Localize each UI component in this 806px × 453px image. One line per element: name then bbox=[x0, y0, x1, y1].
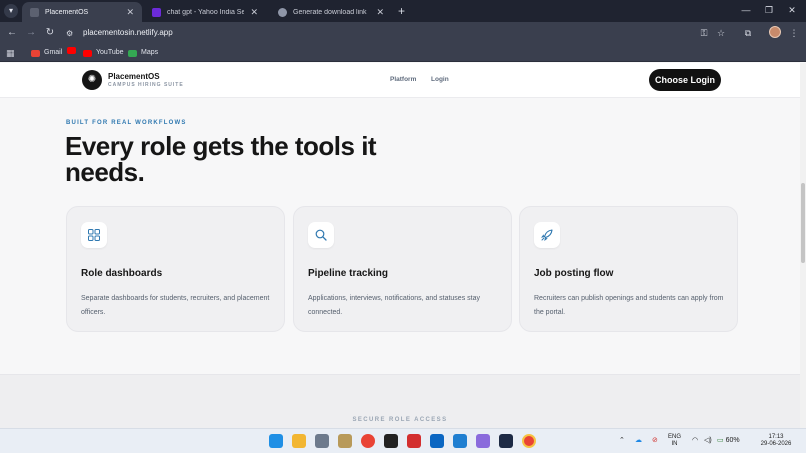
browser-tab-strip: ▾ PlacementOS ✕ chat gpt - Yahoo India S… bbox=[0, 0, 806, 22]
security-icon[interactable]: ⊘ bbox=[652, 436, 658, 446]
sticky-notes-icon[interactable] bbox=[384, 434, 398, 448]
gmail-icon bbox=[31, 49, 40, 57]
youtube-icon bbox=[83, 49, 92, 57]
copilot-icon[interactable] bbox=[476, 434, 490, 448]
apps-grid-icon[interactable]: ▦ bbox=[6, 48, 15, 58]
nav-link-platform[interactable]: Platform bbox=[390, 76, 416, 83]
bookmark-maps[interactable]: Maps bbox=[128, 47, 158, 59]
onedrive-icon[interactable]: ☁ bbox=[635, 436, 642, 446]
card-title: Role dashboards bbox=[81, 268, 163, 279]
wps-office-icon[interactable] bbox=[407, 434, 421, 448]
section-headline: Every role gets the tools it needs. bbox=[65, 131, 377, 187]
minimize-button[interactable]: — bbox=[737, 3, 755, 17]
choose-login-button[interactable]: Choose Login bbox=[649, 69, 721, 91]
globe-icon bbox=[278, 7, 287, 17]
tab-title: PlacementOS bbox=[45, 8, 89, 16]
brand-tagline: CAMPUS HIRING SUITE bbox=[108, 82, 184, 88]
nav-link-login[interactable]: Login bbox=[431, 76, 449, 83]
forward-icon[interactable]: → bbox=[24, 26, 38, 40]
youtube-icon bbox=[67, 47, 76, 54]
reload-icon[interactable]: ↻ bbox=[43, 26, 57, 40]
yahoo-icon bbox=[152, 7, 161, 17]
brand-name[interactable]: PlacementOS bbox=[108, 72, 160, 81]
close-icon[interactable]: ✕ bbox=[376, 7, 384, 18]
extensions-icon[interactable]: ⧉ bbox=[741, 26, 755, 40]
logo-sparkle-icon[interactable]: ✺ bbox=[82, 70, 102, 90]
feature-card-job-posting-flow: Job posting flow Recruiters can publish … bbox=[519, 206, 738, 332]
bookmarks-bar: ▦ Gmail YouTube Maps bbox=[0, 44, 806, 62]
wifi-icon[interactable]: ◠ bbox=[692, 436, 698, 446]
menu-kebab-icon[interactable]: ⋮ bbox=[787, 26, 801, 40]
bookmark-gmail[interactable]: Gmail bbox=[31, 47, 62, 59]
show-hidden-icons[interactable]: ⌃ bbox=[619, 436, 625, 446]
site-info-icon[interactable]: ⚙ bbox=[66, 27, 73, 40]
address-bar[interactable]: ⚙ placementosin.netlify.app bbox=[62, 25, 790, 42]
battery-icon: ▭ bbox=[717, 437, 724, 444]
profile-avatar[interactable] bbox=[769, 26, 781, 38]
url-text: placementosin.netlify.app bbox=[83, 28, 173, 37]
restore-button[interactable]: ❐ bbox=[760, 3, 778, 17]
card-description: Applications, interviews, notifications,… bbox=[308, 295, 480, 316]
card-title: Pipeline tracking bbox=[308, 268, 389, 279]
bookmark-star-icon[interactable]: ☆ bbox=[714, 26, 728, 40]
tab-title: Generate download link bbox=[293, 8, 367, 16]
language-indicator[interactable]: ENG IN bbox=[668, 434, 681, 448]
winrar-icon[interactable] bbox=[338, 434, 352, 448]
calculator-icon[interactable] bbox=[315, 434, 329, 448]
grid-icon bbox=[81, 222, 107, 248]
tab-title: chat gpt - Yahoo India Search R bbox=[167, 8, 245, 16]
volume-icon[interactable]: ◁) bbox=[704, 436, 712, 446]
clock[interactable]: 17:13 29-06-2026 bbox=[757, 434, 795, 448]
tab-generate-link[interactable]: Generate download link ✕ bbox=[270, 2, 392, 22]
battery-indicator[interactable]: ▭ 60% bbox=[717, 436, 740, 446]
linkedin-icon[interactable] bbox=[430, 434, 444, 448]
maps-icon bbox=[128, 49, 137, 57]
close-icon[interactable]: ✕ bbox=[250, 7, 258, 18]
feature-card-pipeline-tracking: Pipeline tracking Applications, intervie… bbox=[293, 206, 512, 332]
web-page: ✺ PlacementOS CAMPUS HIRING SUITE Platfo… bbox=[0, 63, 806, 428]
close-icon[interactable]: ✕ bbox=[126, 7, 134, 18]
section-eyebrow: SECURE ROLE ACCESS bbox=[352, 417, 448, 423]
card-description: Recruiters can publish openings and stud… bbox=[534, 295, 724, 316]
windows-taskbar: ⌃ ☁ ⊘ ENG IN ◠ ◁) ▭ 60% 17:13 29-06-2026 bbox=[0, 428, 806, 453]
secure-access-section: SECURE ROLE ACCESS bbox=[0, 374, 800, 428]
scrollbar-thumb[interactable] bbox=[801, 183, 805, 263]
search-icon bbox=[308, 222, 334, 248]
section-eyebrow: BUILT FOR REAL WORKFLOWS bbox=[66, 120, 187, 126]
android-studio-icon[interactable] bbox=[499, 434, 513, 448]
window-close-button[interactable]: ✕ bbox=[783, 3, 801, 17]
new-tab-button[interactable]: + bbox=[398, 4, 405, 18]
password-key-icon[interactable]: ⚿ bbox=[697, 26, 711, 40]
bookmark-youtube-unlabeled[interactable] bbox=[67, 47, 80, 54]
feature-card-role-dashboards: Role dashboards Separate dashboards for … bbox=[66, 206, 285, 332]
tab-placementos[interactable]: PlacementOS ✕ bbox=[22, 2, 142, 22]
card-description: Separate dashboards for students, recrui… bbox=[81, 295, 270, 316]
tab-yahoo-search[interactable]: chat gpt - Yahoo India Search R ✕ bbox=[144, 2, 266, 22]
browser-toolbar: ← → ↻ ⚙ placementosin.netlify.app ⚿ ☆ ⧉ … bbox=[0, 22, 806, 44]
vscode-icon[interactable] bbox=[453, 434, 467, 448]
card-title: Job posting flow bbox=[534, 268, 614, 279]
site-header: ✺ PlacementOS CAMPUS HIRING SUITE Platfo… bbox=[0, 63, 800, 98]
chrome-active-icon[interactable] bbox=[522, 434, 536, 448]
file-explorer-icon[interactable] bbox=[292, 434, 306, 448]
tab-search-button[interactable]: ▾ bbox=[4, 4, 18, 18]
chrome-icon[interactable] bbox=[361, 434, 375, 448]
bookmark-youtube[interactable]: YouTube bbox=[83, 47, 124, 59]
back-icon[interactable]: ← bbox=[5, 26, 19, 40]
rocket-icon bbox=[534, 222, 560, 248]
windows-start-icon[interactable] bbox=[269, 434, 283, 448]
tab-favicon bbox=[30, 7, 39, 17]
